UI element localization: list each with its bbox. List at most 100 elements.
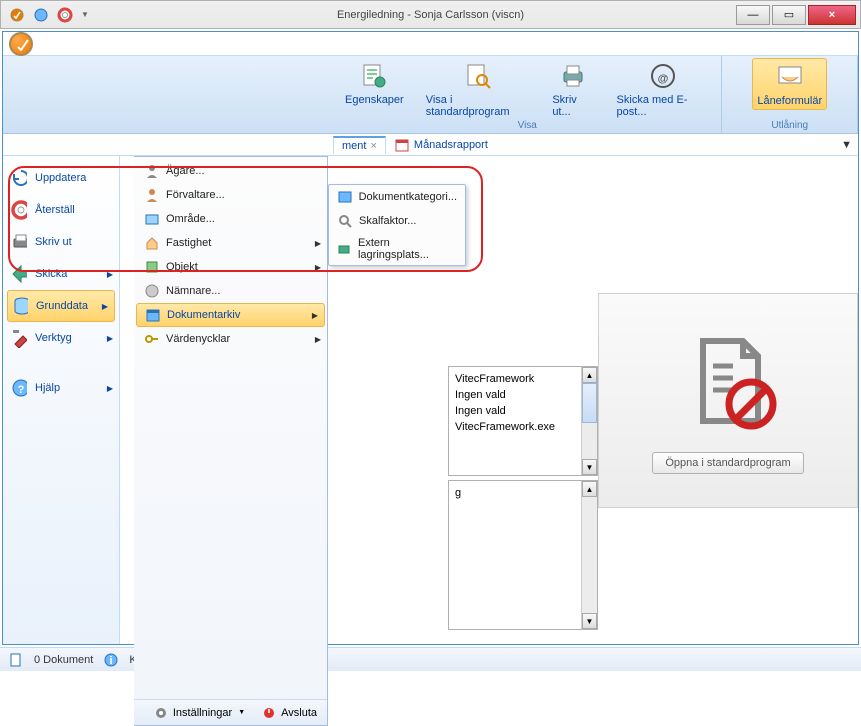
settings-label: Inställningar [173, 707, 232, 719]
document-tabs: ment × Månadsrapport ▼ [3, 134, 858, 156]
help-icon: ? [11, 380, 27, 396]
scroll-thumb[interactable] [582, 383, 597, 423]
scroll-up-icon[interactable]: ▲ [582, 481, 597, 497]
dokumentarkiv-submenu: Dokumentkategori... Skalfaktor... Extern… [328, 184, 466, 266]
qat-dropdown-icon[interactable]: ▼ [81, 10, 89, 19]
list-line: Ingen vald [455, 403, 591, 419]
ribbon-print[interactable]: Skriv ut... [548, 58, 598, 120]
preview-pane: Öppna i standardprogram [598, 156, 858, 644]
scrollbar[interactable]: ▲ ▼ [581, 367, 597, 475]
tab-monthly-report[interactable]: Månadsrapport [386, 135, 496, 155]
scroll-down-icon[interactable]: ▼ [582, 613, 597, 629]
submenu-arrow-icon: ▶ [107, 334, 113, 343]
ribbon-label: Egenskaper [345, 94, 404, 106]
rail-label: Uppdatera [35, 172, 86, 184]
lifebuoy-icon[interactable] [57, 7, 73, 23]
tab-active[interactable]: ment × [333, 136, 386, 154]
scrollbar[interactable]: ▲ ▼ [581, 481, 597, 629]
globe-icon[interactable] [33, 7, 49, 23]
manager-icon [144, 187, 160, 203]
submenu-arrow-icon: ▶ [102, 302, 108, 311]
submenu-arrow-icon: ▶ [107, 384, 113, 393]
menu-objekt[interactable]: Objekt▶ [134, 255, 327, 279]
menu-footer: Inställningar▼ Avsluta [134, 699, 327, 725]
list-line: g [455, 487, 461, 499]
tools-icon [11, 330, 27, 346]
ribbon-toolbar: Egenskaper Visa i standardprogram Skriv … [3, 56, 858, 134]
svg-text:?: ? [18, 384, 25, 396]
exit-label: Avsluta [281, 707, 317, 719]
rail-uppdatera[interactable]: Uppdatera [3, 162, 119, 194]
ribbon-email[interactable]: @ Skicka med E-post... [613, 58, 714, 120]
ribbon-label: Låneformulär [757, 95, 822, 107]
send-icon [11, 266, 27, 282]
list-line: Ingen vald [455, 387, 591, 403]
rail-skriv-ut[interactable]: Skriv ut [3, 226, 119, 258]
scroll-up-icon[interactable]: ▲ [582, 367, 597, 383]
ribbon-loan-form[interactable]: Låneformulär [752, 58, 827, 110]
menu-namnare[interactable]: Nämnare... [134, 279, 327, 303]
rail-aterstall[interactable]: Återställ [3, 194, 119, 226]
rail-label: Hjälp [35, 382, 60, 394]
menu-dokumentarkiv[interactable]: Dokumentarkiv▶ [136, 303, 325, 327]
properties-icon [358, 60, 390, 92]
menu-extern-lagring[interactable]: Extern lagringsplats... [329, 233, 465, 265]
rail-hjalp[interactable]: ? Hjälp ▶ [3, 372, 119, 404]
rail-skicka[interactable]: Skicka ▶ [3, 258, 119, 290]
content-area: Uppdatera Återställ Skriv ut Skicka ▶ Gr… [3, 156, 858, 644]
magnifier-doc-icon [462, 60, 494, 92]
left-nav-rail: Uppdatera Återställ Skriv ut Skicka ▶ Gr… [3, 156, 120, 644]
rail-label: Verktyg [35, 332, 72, 344]
submenu-arrow-icon: ▶ [107, 270, 113, 279]
list-line: VitecFramework [455, 371, 591, 387]
preview-card: Öppna i standardprogram [598, 293, 858, 508]
property-icon [144, 235, 160, 251]
main-panel: VitecFramework Ingen vald Ingen vald Vit… [448, 156, 858, 644]
tabs-overflow-icon[interactable]: ▼ [841, 139, 852, 151]
maximize-button[interactable]: ▭ [772, 5, 806, 25]
grunddata-submenu: Ägare... Förvaltare... Område... Fastigh… [134, 156, 328, 726]
printer-icon [11, 234, 27, 250]
minimize-button[interactable]: — [736, 5, 770, 25]
close-button[interactable]: × [808, 5, 856, 25]
info-icon: i [103, 652, 119, 668]
scroll-down-icon[interactable]: ▼ [582, 459, 597, 475]
rail-grunddata[interactable]: Grunddata ▶ [7, 290, 115, 322]
rail-label: Återställ [35, 204, 75, 216]
open-standard-program-button[interactable]: Öppna i standardprogram [652, 452, 803, 474]
tab-close-icon[interactable]: × [370, 140, 376, 152]
menu-vardenycklar[interactable]: Värdenycklar ▶ [134, 327, 327, 351]
exit-button[interactable]: Avsluta [255, 703, 323, 723]
ribbon-label: Skicka med E-post... [617, 94, 710, 118]
database-icon [12, 298, 28, 314]
menu-label: Dokumentarkiv [167, 309, 240, 321]
status-bar: 0 Dokument i Klar [0, 647, 861, 671]
menu-fastighet[interactable]: Fastighet▶ [134, 231, 327, 255]
menu-agare[interactable]: Ägare... [134, 159, 327, 183]
rail-verktyg[interactable]: Verktyg ▶ [3, 322, 119, 354]
settings-button[interactable]: Inställningar▼ [147, 703, 251, 723]
tab-label: ment [342, 140, 366, 152]
menu-label: Värdenycklar [166, 333, 230, 345]
app-icon [9, 7, 25, 23]
ribbon-egenskaper[interactable]: Egenskaper [341, 58, 408, 120]
category-icon [337, 189, 353, 205]
ribbon-visa-standard[interactable]: Visa i standardprogram [422, 58, 535, 120]
notes-listbox[interactable]: g ▲ ▼ [448, 480, 598, 630]
menu-label: Förvaltare... [166, 189, 225, 201]
submenu-arrow-icon: ▶ [315, 335, 321, 344]
magnifier-icon [337, 213, 353, 229]
object-icon [144, 259, 160, 275]
ribbon-label: Skriv ut... [552, 94, 594, 118]
menu-skalfaktor[interactable]: Skalfaktor... [329, 209, 465, 233]
menu-dokumentkategori[interactable]: Dokumentkategori... [329, 185, 465, 209]
properties-listbox[interactable]: VitecFramework Ingen vald Ingen vald Vit… [448, 366, 598, 476]
menu-omrade[interactable]: Område... [134, 207, 327, 231]
menu-forvaltare[interactable]: Förvaltare... [134, 183, 327, 207]
app-logo-icon[interactable] [9, 32, 33, 56]
menu-label: Ägare... [166, 165, 205, 177]
gear-icon [153, 705, 169, 721]
rail-label: Grunddata [36, 300, 88, 312]
menu-label: Extern lagringsplats... [358, 237, 457, 261]
document-icon [8, 652, 24, 668]
